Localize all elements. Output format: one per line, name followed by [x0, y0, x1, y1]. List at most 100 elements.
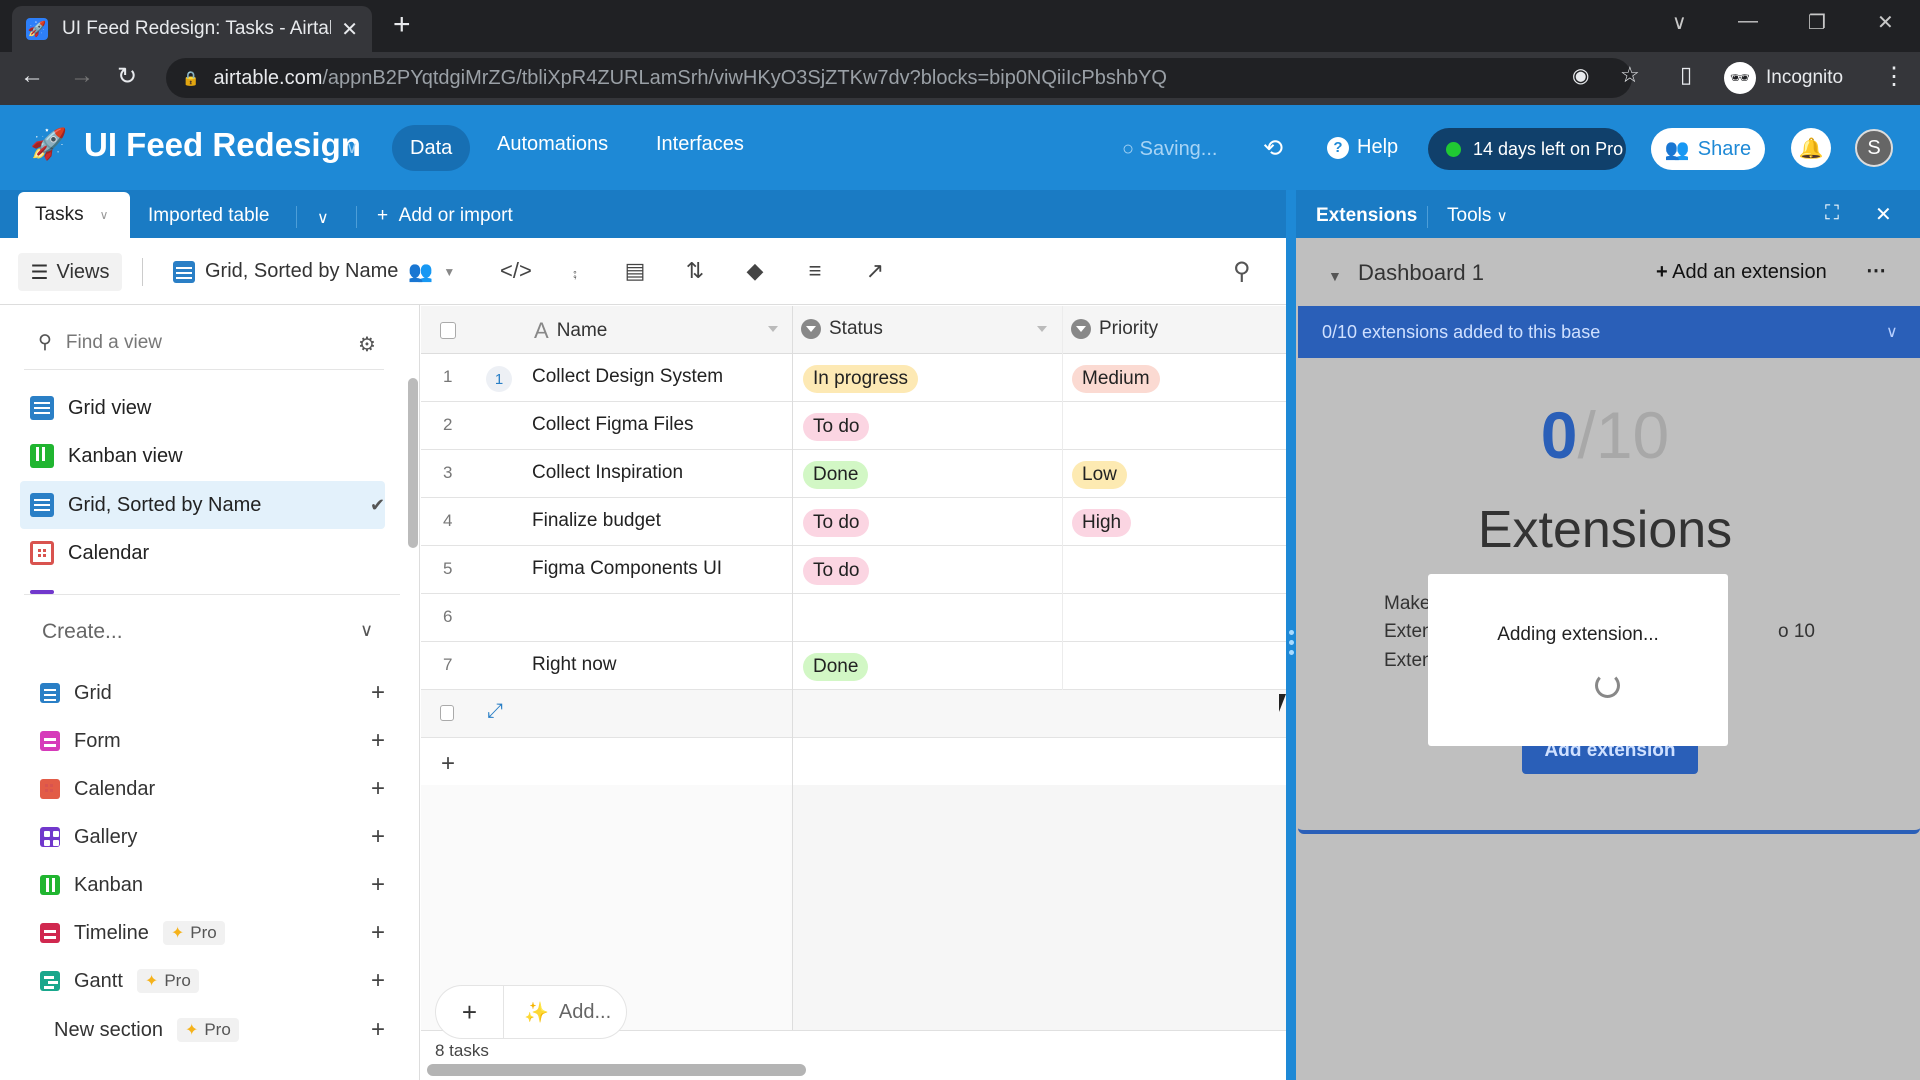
- comment-count-badge[interactable]: 1: [486, 366, 512, 392]
- url-bar[interactable]: 🔒 airtable.com/appnB2PYqtdgiMrZG/tbliXpR…: [166, 58, 1632, 98]
- chevron-down-icon[interactable]: ∨: [360, 620, 373, 641]
- restore-icon[interactable]: ❐: [1808, 10, 1826, 35]
- sidebar-view-grid-view[interactable]: Grid view: [20, 384, 385, 432]
- more-tables-chevron-icon[interactable]: ∨: [317, 208, 329, 228]
- add-record-button[interactable]: +: [436, 986, 504, 1038]
- priority-pill[interactable]: Medium: [1072, 365, 1160, 393]
- base-menu-chevron-icon[interactable]: ∨: [346, 138, 358, 158]
- hide-fields-icon[interactable]: </>: [500, 258, 532, 284]
- reload-icon[interactable]: ↻: [117, 62, 137, 91]
- help-button[interactable]: ? Help: [1327, 136, 1398, 159]
- plus-icon[interactable]: +: [371, 871, 385, 899]
- table-tab-imported[interactable]: Imported table: [148, 205, 269, 227]
- horizontal-scrollbar[interactable]: [427, 1064, 806, 1076]
- fullscreen-icon[interactable]: ⛶: [1825, 202, 1839, 225]
- create-form[interactable]: Form +: [40, 721, 385, 761]
- plus-icon[interactable]: +: [371, 967, 385, 995]
- add-row[interactable]: [421, 738, 1286, 786]
- cell-name[interactable]: Right now: [532, 654, 617, 676]
- bookmark-star-icon[interactable]: ☆: [1620, 62, 1640, 88]
- minimize-icon[interactable]: —: [1738, 10, 1758, 33]
- table-row[interactable]: 5 Figma Components UI To do: [421, 546, 1286, 594]
- cell-name[interactable]: Finalize budget: [532, 510, 661, 532]
- table-tab-tasks[interactable]: Tasks ∨: [18, 192, 130, 238]
- ai-add-button[interactable]: ✨ Add...: [504, 1000, 611, 1025]
- cell-name[interactable]: Collect Design System: [532, 366, 723, 388]
- sidebar-view-grid-sorted-by-name[interactable]: Grid, Sorted by Name ✔: [20, 481, 385, 529]
- find-view-input[interactable]: ⚲ Find a view: [24, 316, 384, 370]
- status-pill[interactable]: Done: [803, 653, 869, 681]
- panel-resize-divider[interactable]: [1286, 190, 1296, 1080]
- column-header-status[interactable]: Status: [801, 318, 883, 340]
- create-gantt[interactable]: Gantt ✦ Pro +: [40, 961, 385, 1001]
- sidebar-view-kanban-view[interactable]: Kanban view: [20, 432, 385, 480]
- row-checkbox[interactable]: [440, 705, 454, 721]
- status-pill[interactable]: To do: [803, 557, 870, 585]
- cell-name[interactable]: Collect Figma Files: [532, 414, 694, 436]
- cell-name[interactable]: Collect Inspiration: [532, 462, 683, 484]
- extensions-tab[interactable]: Extensions: [1316, 205, 1417, 227]
- side-panel-icon[interactable]: ▯: [1680, 62, 1692, 88]
- status-pill[interactable]: Done: [803, 461, 869, 489]
- filter-icon[interactable]: ⨾: [560, 258, 590, 284]
- chevron-down-icon[interactable]: ∨: [100, 208, 109, 222]
- share-view-icon[interactable]: ↗: [860, 258, 890, 284]
- plus-icon[interactable]: +: [371, 823, 385, 851]
- group-icon[interactable]: ▤: [620, 258, 650, 284]
- plus-icon[interactable]: +: [371, 775, 385, 803]
- create-section-label[interactable]: Create...: [42, 620, 123, 644]
- view-menu-chevron-icon[interactable]: ▼: [443, 265, 455, 279]
- column-header-name[interactable]: A Name: [534, 318, 607, 344]
- add-or-import-button[interactable]: + Add or import: [377, 205, 513, 227]
- column-menu-icon[interactable]: [768, 326, 778, 332]
- add-an-extension-button[interactable]: + Add an extension: [1656, 261, 1827, 284]
- plus-icon[interactable]: +: [371, 679, 385, 707]
- incognito-profile[interactable]: 🕶 Incognito: [1718, 58, 1857, 98]
- table-row[interactable]: 2 Collect Figma Files To do: [421, 402, 1286, 450]
- table-row[interactable]: 3 Collect Inspiration Done Low: [421, 450, 1286, 498]
- browser-tab[interactable]: 🚀 UI Feed Redesign: Tasks - Airtable ✕: [12, 6, 372, 52]
- eye-slash-icon[interactable]: ◉: [1572, 63, 1589, 88]
- status-pill[interactable]: To do: [803, 413, 870, 441]
- window-close-icon[interactable]: ✕: [1877, 10, 1894, 35]
- close-icon[interactable]: ✕: [1875, 202, 1892, 227]
- nav-interfaces[interactable]: Interfaces: [656, 133, 744, 156]
- sidebar-scrollbar[interactable]: [408, 378, 418, 548]
- nav-data[interactable]: Data: [392, 125, 471, 171]
- trial-badge[interactable]: 14 days left on Pro: [1428, 128, 1626, 170]
- current-view-selector[interactable]: Grid, Sorted by Name 👥 ▼: [173, 259, 455, 284]
- create-timeline[interactable]: Timeline ✦ Pro +: [40, 913, 385, 953]
- dashboard-name[interactable]: Dashboard 1: [1358, 260, 1484, 286]
- status-pill[interactable]: In progress: [803, 365, 919, 393]
- close-tab-icon[interactable]: ✕: [341, 17, 358, 42]
- views-toggle-button[interactable]: ☰ Views: [18, 253, 122, 291]
- collapse-triangle-icon[interactable]: ▼: [1328, 268, 1342, 284]
- expand-record-icon[interactable]: ⤢: [487, 700, 503, 723]
- plus-icon[interactable]: +: [371, 919, 385, 947]
- create-new-section[interactable]: New section ✦ Pro +: [54, 1010, 385, 1050]
- table-row[interactable]: 4 Finalize budget To do High: [421, 498, 1286, 546]
- sidebar-view-calendar[interactable]: Calendar: [20, 529, 385, 577]
- forward-icon[interactable]: →: [70, 62, 94, 90]
- create-grid[interactable]: Grid +: [40, 673, 385, 713]
- search-icon[interactable]: ⚲: [1233, 257, 1251, 286]
- tab-search-icon[interactable]: ∨: [1672, 10, 1687, 35]
- status-pill[interactable]: To do: [803, 509, 870, 537]
- priority-pill[interactable]: High: [1072, 509, 1132, 537]
- browser-menu-icon[interactable]: ⋮: [1882, 62, 1906, 91]
- nav-automations[interactable]: Automations: [497, 133, 608, 156]
- color-icon[interactable]: ◆: [740, 258, 770, 284]
- table-row[interactable]: 1 1 Collect Design System In progress Medium: [421, 354, 1286, 402]
- column-menu-icon[interactable]: [1037, 326, 1047, 332]
- column-header-priority[interactable]: Priority: [1071, 318, 1158, 340]
- create-kanban[interactable]: Kanban +: [40, 865, 385, 905]
- select-all-checkbox[interactable]: [440, 322, 456, 339]
- plus-icon[interactable]: +: [371, 727, 385, 755]
- extensions-limit-banner[interactable]: 0/10 extensions added to this base: [1298, 306, 1920, 358]
- gear-icon[interactable]: ⚙: [358, 332, 376, 357]
- user-avatar[interactable]: S: [1855, 129, 1893, 167]
- table-row[interactable]: 6: [421, 594, 1286, 642]
- chevron-down-icon[interactable]: ∨: [1886, 322, 1898, 342]
- new-tab-button[interactable]: +: [393, 10, 411, 40]
- create-calendar[interactable]: Calendar +: [40, 769, 385, 809]
